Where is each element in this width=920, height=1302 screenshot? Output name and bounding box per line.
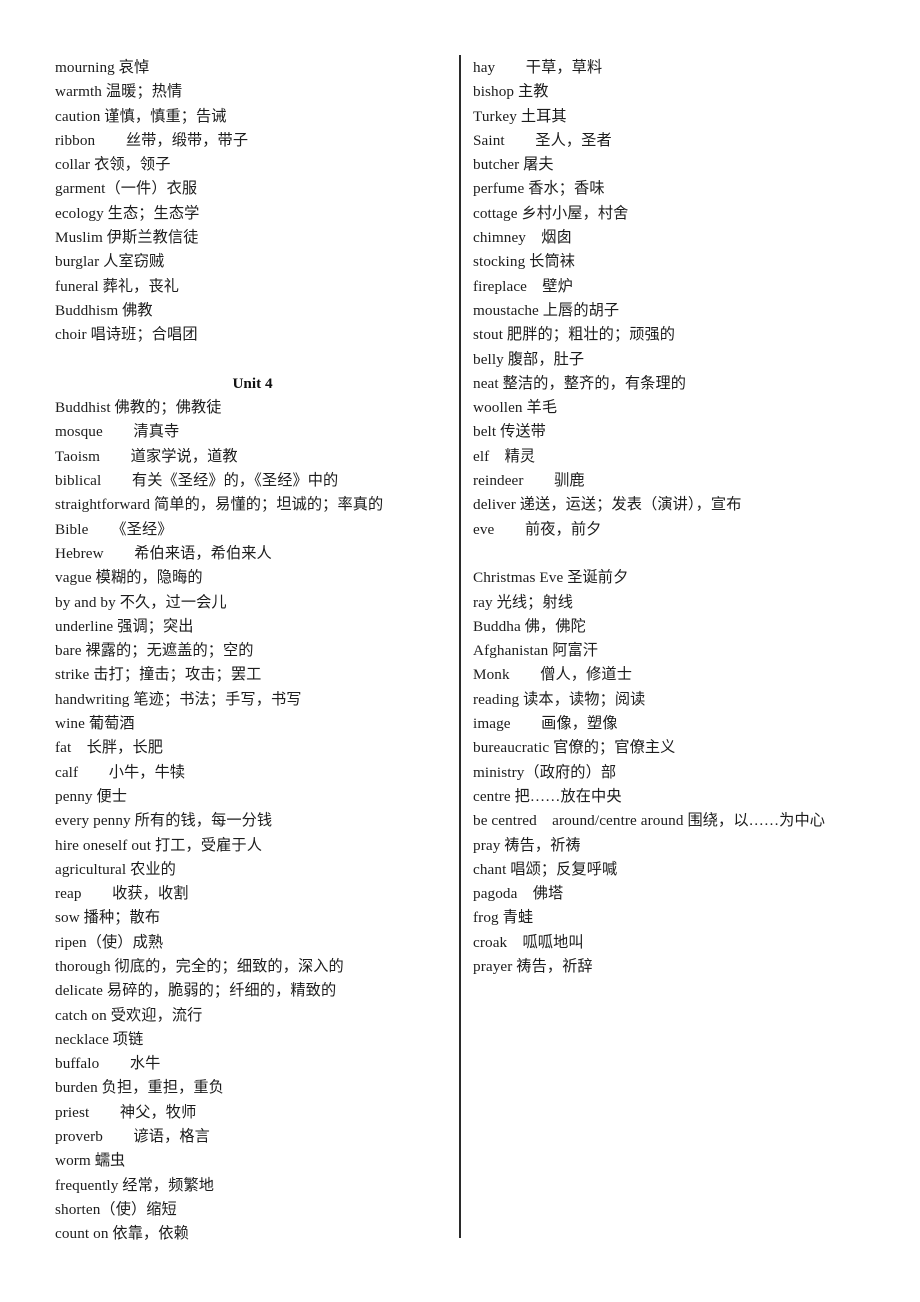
glossary-entry: hay 干草，草料: [473, 59, 603, 76]
glossary-entry: fat 长胖，长肥: [55, 739, 164, 757]
glossary-entry: sow 播种；散布: [55, 909, 161, 927]
right-column: hay 干草，草料 bishop 主教 Turkey 土耳其 Saint 圣人，圣者 b…: [473, 56, 893, 979]
glossary-entry: neat 整洁的，整齐的，有条理的: [473, 374, 687, 392]
glossary-entry: chant 唱颂；反复呼喊: [473, 860, 618, 878]
glossary-entry: be centred around/centre around 围绕，以……为中…: [473, 812, 826, 830]
glossary-entry: catch on 受欢迎，流行: [55, 1006, 203, 1024]
glossary-entry: Muslim 伊斯兰教信徒: [55, 229, 199, 247]
column-divider: [459, 55, 461, 1238]
glossary-entry: fireplace 壁炉: [473, 277, 573, 295]
glossary-entry: belly 腹部，肚子: [473, 350, 585, 368]
glossary-entry: bare 裸露的；无遮盖的；空的: [55, 642, 254, 660]
glossary-entry: Christmas Eve 圣诞前夕: [473, 569, 629, 587]
glossary-entry: penny 便士: [55, 787, 128, 805]
glossary-entry: Hebrew 希伯来语，希伯来人: [55, 544, 272, 562]
glossary-entry: reading 读本，读物；阅读: [473, 690, 646, 708]
glossary-entry: frequently 经常，频繁地: [55, 1176, 215, 1194]
glossary-entry: agricultural 农业的: [55, 860, 176, 878]
glossary-entry: proverb 谚语，格言: [55, 1128, 210, 1146]
glossary-entry: biblical 有关《圣经》的，《圣经》中的: [55, 472, 339, 490]
glossary-entry: ray 光线；射线: [473, 593, 574, 611]
glossary-entry: strike 击打；撞击；攻击；罢工: [55, 666, 262, 684]
glossary-entry: choir 唱诗班；合唱团: [55, 326, 198, 344]
glossary-entry: pray 祷告，祈祷: [473, 836, 581, 854]
glossary-entry: Buddha 佛，佛陀: [473, 617, 586, 635]
glossary-entry: mosque 清真寺: [55, 423, 180, 441]
glossary-entry: moustache 上唇的胡子: [473, 301, 620, 319]
glossary-entry: Buddhist 佛教的；佛教徒: [55, 399, 222, 417]
glossary-entry: hire oneself out 打工，受雇于人: [55, 836, 262, 854]
glossary-entry: cottage 乡村小屋，村舍: [473, 204, 629, 222]
glossary-entry: calf 小牛，牛犊: [55, 763, 186, 781]
glossary-entry: reap 收获，收割: [55, 885, 189, 903]
glossary-entry: burglar 人室窃贼: [55, 253, 165, 271]
glossary-entry: underline 强调；突出: [55, 617, 194, 635]
glossary-entry: butcher 屠夫: [473, 156, 554, 174]
glossary-entry: image 画像，塑像: [473, 715, 618, 733]
glossary-page: mourning 哀悼 warmth 温暖；热情 caution 谨慎，慎重；告诫 r…: [0, 0, 920, 1302]
glossary-entry: ministry（政府的）部: [473, 763, 617, 781]
glossary-entry: pagoda 佛塔: [473, 885, 564, 903]
glossary-entry: collar 衣领，领子: [55, 156, 171, 174]
glossary-entry: woollen 羊毛: [473, 399, 558, 417]
glossary-entry: prayer 祷告，祈辞: [473, 957, 593, 975]
glossary-entry: frog 青蛙: [473, 909, 534, 927]
glossary-entry: Buddhism 佛教: [55, 301, 153, 319]
glossary-entry: funeral 葬礼，丧礼: [55, 277, 180, 295]
glossary-entry: shorten（使）缩短: [55, 1200, 177, 1218]
glossary-entry: ribbon 丝带，缎带，带子: [55, 131, 249, 149]
glossary-entry: deliver 递送，运送；发表（演讲），宣布: [473, 496, 742, 514]
glossary-entry: wine 葡萄酒: [55, 715, 135, 733]
unit-heading: Unit 4: [232, 374, 273, 392]
glossary-entry: reindeer 驯鹿: [473, 472, 585, 490]
glossary-entry: garment（一件）衣服: [55, 180, 198, 198]
glossary-entry: delicate 易碎的，脆弱的；纤细的，精致的: [55, 982, 337, 1000]
glossary-entry: vague 模糊的，隐晦的: [55, 569, 203, 587]
glossary-entry: worm 蠕虫: [55, 1152, 126, 1170]
glossary-entry: perfume 香水；香味: [473, 180, 605, 198]
glossary-entry: priest 神父，牧师: [55, 1103, 197, 1121]
glossary-entry: bureaucratic 官僚的；官僚主义: [473, 739, 676, 757]
glossary-entry: necklace 项链: [55, 1030, 144, 1048]
glossary-entry: stocking 长筒袜: [473, 253, 576, 271]
glossary-entry: by and by 不久，过一会儿: [55, 593, 227, 611]
glossary-entry: mourning 哀悼: [55, 59, 150, 76]
glossary-entry: centre 把……放在中央: [473, 787, 622, 805]
glossary-entry: stout 肥胖的；粗壮的；顽强的: [473, 326, 676, 344]
glossary-entry: every penny 所有的钱，每一分钱: [55, 812, 273, 830]
glossary-entry: count on 依靠，依赖: [55, 1225, 189, 1243]
glossary-entry: belt 传送带: [473, 423, 546, 441]
glossary-entry: bishop 主教: [473, 83, 549, 101]
glossary-entry: handwriting 笔迹；书法；手写，书写: [55, 690, 302, 708]
glossary-entry: elf 精灵: [473, 447, 536, 465]
glossary-entry: ecology 生态；生态学: [55, 204, 200, 222]
glossary-entry: burden 负担，重担，重负: [55, 1079, 224, 1097]
glossary-entry: ripen（使）成熟: [55, 933, 164, 951]
glossary-entry: chimney 烟囱: [473, 229, 572, 247]
glossary-entry: thorough 彻底的，完全的；细致的，深入的: [55, 957, 344, 975]
glossary-entry: buffalo 水牛: [55, 1055, 161, 1073]
glossary-entry: eve 前夜，前夕: [473, 520, 602, 538]
glossary-entry: straightforward 简单的，易懂的；坦诚的；率真的: [55, 496, 384, 514]
glossary-entry: caution 谨慎，慎重；告诫: [55, 107, 227, 125]
glossary-entry: Saint 圣人，圣者: [473, 131, 612, 149]
glossary-entry: Bible 《圣经》: [55, 520, 173, 538]
glossary-entry: Afghanistan 阿富汗: [473, 642, 599, 660]
glossary-entry: Turkey 土耳其: [473, 107, 567, 125]
left-column: mourning 哀悼 warmth 温暖；热情 caution 谨慎，慎重；告诫 r…: [55, 56, 455, 1247]
glossary-entry: croak 呱呱地叫: [473, 933, 584, 951]
glossary-entry: Taoism 道家学说，道教: [55, 447, 238, 465]
glossary-entry: Monk 僧人，修道士: [473, 666, 632, 684]
glossary-entry: warmth 温暖；热情: [55, 83, 183, 101]
